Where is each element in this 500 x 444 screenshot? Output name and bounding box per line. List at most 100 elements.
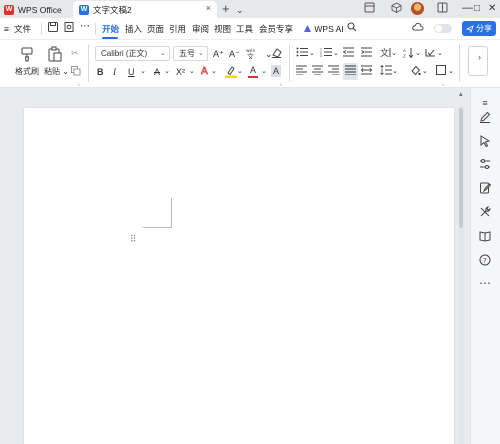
scrollbar-thumb[interactable] [459, 108, 463, 228]
tab-tools[interactable]: 工具 [236, 22, 253, 36]
title-bar: W WPS Office W 文字文稿2 × + ⌄ — □ ✕ [0, 0, 500, 18]
tools-icon[interactable] [477, 206, 493, 222]
chevron-down-icon[interactable]: ⌄ [164, 66, 170, 78]
sort-icon[interactable]: AZ [403, 47, 415, 61]
new-tab-button[interactable]: + [222, 2, 230, 16]
format-painter-label[interactable]: 格式刷 [15, 66, 39, 77]
italic-button[interactable]: I [113, 66, 116, 78]
toggle-switch[interactable] [434, 24, 452, 33]
decrease-indent-icon[interactable] [342, 47, 354, 60]
font-name-select[interactable]: Calibri (正文) ⌄ [95, 46, 170, 61]
close-window-button[interactable]: ✕ [488, 1, 496, 16]
highlight-color-button[interactable] [225, 65, 237, 81]
active-tab-indicator [102, 37, 118, 39]
text-effect-icon[interactable]: A [200, 64, 211, 79]
ruler-toggle-icon[interactable]: ▴ [459, 90, 463, 98]
chevron-down-icon[interactable]: ⌄ [140, 66, 146, 78]
wps-ai-button[interactable]: WPS AI [303, 22, 344, 36]
align-center-icon[interactable] [312, 65, 323, 78]
tab-page[interactable]: 页面 [147, 22, 164, 36]
window-layout-icon[interactable] [364, 2, 375, 17]
superscript-button[interactable]: X² [176, 66, 185, 78]
paste-label[interactable]: 粘贴 ⌄ [44, 66, 69, 77]
chevron-down-icon[interactable]: ⌄ [189, 66, 195, 78]
distributed-align-icon[interactable] [361, 65, 372, 78]
pen-edit-icon[interactable] [477, 111, 493, 127]
tab-review[interactable]: 审阅 [192, 22, 209, 36]
ribbon-scroll-right-icon[interactable]: › [478, 52, 481, 62]
chevron-down-icon[interactable]: ⌄ [422, 66, 428, 78]
chevron-down-icon[interactable]: ⌄ [333, 48, 339, 60]
tab-document-label: 文字文稿2 [93, 4, 132, 15]
select-pointer-icon[interactable] [477, 135, 493, 151]
help-icon[interactable]: ? [477, 254, 493, 270]
underline-button[interactable]: U [128, 66, 135, 78]
borders-icon[interactable] [436, 65, 446, 78]
tab-wps-office[interactable]: W WPS Office [4, 1, 70, 18]
tab-view[interactable]: 视图 [214, 22, 231, 36]
increase-indent-icon[interactable] [361, 47, 372, 60]
cube-icon[interactable] [391, 2, 402, 17]
chevron-down-icon[interactable]: ⌄ [309, 48, 315, 60]
phonetic-guide-icon[interactable]: wén 文 [246, 47, 260, 62]
tab-document[interactable]: W 文字文稿2 × [73, 1, 217, 18]
paragraph-drag-handle-icon[interactable]: ⠿ [130, 234, 137, 245]
close-tab-icon[interactable]: × [206, 3, 211, 13]
cloud-sync-icon[interactable] [412, 22, 424, 36]
tab-references[interactable]: 引用 [169, 22, 186, 36]
show-marks-icon[interactable] [425, 47, 436, 61]
book-icon[interactable] [477, 230, 493, 246]
tab-insert[interactable]: 插入 [125, 22, 142, 36]
document-edit-icon[interactable] [477, 182, 493, 198]
more-apps-icon[interactable] [437, 2, 448, 17]
more-options-icon[interactable]: ⋯ [80, 20, 90, 34]
grow-font-button[interactable]: A⁺ [213, 48, 224, 60]
bold-button[interactable]: B [97, 66, 104, 78]
align-left-icon[interactable] [296, 65, 307, 78]
chevron-down-icon[interactable]: ⌄ [237, 66, 243, 78]
tab-member[interactable]: 会员专享 [259, 22, 293, 36]
cut-icon[interactable]: ✂ [71, 47, 79, 59]
tab-list-chevron-icon[interactable]: ⌄ [236, 3, 244, 17]
writer-doc-icon: W [79, 4, 89, 15]
share-button[interactable]: 分享 [462, 21, 496, 36]
adjust-settings-icon[interactable] [477, 158, 493, 174]
chevron-down-icon[interactable]: ⌄ [437, 48, 443, 60]
share-label: 分享 [476, 24, 492, 33]
more-icon[interactable]: ⋯ [477, 276, 493, 290]
chevron-down-icon[interactable]: ⌄ [211, 66, 217, 78]
bullet-list-icon[interactable] [296, 47, 308, 60]
print-preview-icon[interactable] [64, 22, 74, 36]
chevron-down-icon[interactable]: ⌄ [392, 66, 398, 78]
numbered-list-icon[interactable]: 123 [320, 47, 332, 60]
format-painter-icon[interactable] [19, 46, 35, 62]
file-menu[interactable]: 文件 [14, 22, 31, 36]
justify-icon[interactable] [343, 63, 358, 80]
user-avatar[interactable] [411, 2, 424, 15]
strikethrough-button[interactable]: A [154, 66, 160, 78]
search-icon[interactable] [347, 22, 357, 36]
clear-format-icon[interactable] [271, 47, 282, 61]
chevron-down-icon[interactable]: ⌄ [415, 48, 421, 60]
document-page[interactable] [24, 108, 454, 444]
align-right-icon[interactable] [328, 65, 339, 78]
tab-wps-office-label: WPS Office [18, 4, 62, 15]
char-shading-button[interactable]: A [271, 65, 282, 77]
line-spacing-icon[interactable] [380, 64, 392, 78]
chevron-down-icon[interactable]: ⌄ [391, 48, 397, 60]
chevron-down-icon[interactable]: ⌄ [261, 66, 267, 78]
chevron-down-icon[interactable]: ⌄ [448, 66, 454, 78]
shading-icon[interactable] [410, 65, 421, 79]
font-color-button[interactable]: A [248, 64, 259, 78]
minimize-button[interactable]: — [462, 1, 473, 16]
hamburger-menu-icon[interactable]: ≡ [4, 22, 9, 36]
maximize-button[interactable]: □ [474, 1, 480, 16]
paste-icon[interactable] [47, 46, 63, 62]
save-icon[interactable] [48, 22, 58, 36]
font-size-select[interactable]: 五号 ⌄ [173, 46, 208, 61]
paste-text: 粘贴 [44, 67, 60, 76]
shrink-font-button[interactable]: A⁻ [229, 48, 240, 60]
ribbon-toolbar: 格式刷 粘贴 ⌄ ✂ Calibri (正文) ⌄ 五号 ⌄ A⁺ A⁻ wén… [0, 40, 500, 88]
tab-home[interactable]: 开始 [102, 22, 119, 36]
sidebar-collapse-icon[interactable]: ≡ [477, 96, 493, 110]
